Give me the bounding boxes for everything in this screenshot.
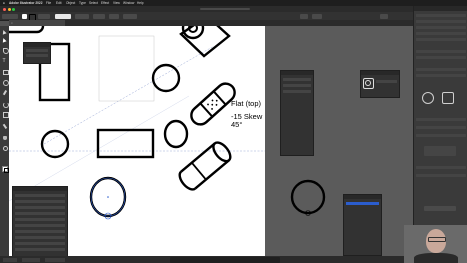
zoom-level-field[interactable] [3, 257, 17, 262]
prop-row-2[interactable] [416, 20, 466, 23]
symbol-thumbnail-2[interactable] [442, 92, 454, 104]
selection-icon[interactable] [1, 29, 7, 35]
fill-swatch[interactable] [22, 13, 27, 19]
arrange-button[interactable] [380, 13, 388, 19]
tape-roll-illustration[interactable] [179, 26, 231, 58]
document-setup-button[interactable] [123, 13, 137, 19]
floating-tool-panel [23, 42, 51, 64]
symbol-thumbnail[interactable] [422, 92, 434, 104]
swatches-panel-header [344, 195, 381, 199]
pasteboard-artwork[interactable] [265, 26, 413, 256]
prop-row-9[interactable] [416, 74, 466, 77]
prop-row-5[interactable] [416, 38, 466, 41]
guide-rectangle[interactable] [98, 35, 155, 102]
eyedropper-icon[interactable] [2, 124, 7, 129]
prop-row-4[interactable] [416, 32, 466, 35]
prop-row-12[interactable] [416, 134, 466, 137]
webcam-overlay [404, 225, 467, 263]
status-info [45, 257, 65, 262]
small-ellipse[interactable] [163, 119, 189, 149]
left-circle[interactable] [40, 129, 70, 159]
prop-row-14[interactable] [416, 174, 466, 177]
presenter-shirt [414, 253, 458, 263]
scale-icon[interactable] [2, 112, 9, 118]
prop-row-10[interactable] [416, 118, 466, 121]
appearance-widget[interactable] [424, 146, 456, 156]
transform-row-10[interactable] [15, 248, 65, 251]
transform-row-8[interactable] [15, 236, 65, 239]
ellipse-icon[interactable] [2, 80, 9, 86]
close-window-button[interactable] [3, 7, 6, 11]
pen-icon[interactable] [2, 48, 9, 54]
transform-row-3[interactable] [15, 206, 65, 209]
wide-rectangle[interactable] [96, 128, 155, 159]
properties-header [414, 6, 467, 11]
status-bar [0, 256, 413, 263]
transform-row-7[interactable] [15, 230, 65, 233]
selection-status [2, 13, 18, 19]
annotation-flat-top: Flat (top) [231, 99, 262, 108]
transform-row-5[interactable] [15, 218, 65, 221]
selected-ellipse[interactable] [89, 176, 127, 220]
type-icon[interactable]: T [3, 58, 6, 64]
pasteboard-circle[interactable] [290, 179, 326, 215]
stroke-weight-field[interactable] [38, 13, 50, 19]
style-dropdown[interactable] [109, 13, 119, 19]
tools-panel: T [0, 26, 9, 256]
stroke-indicator[interactable] [3, 168, 9, 173]
close-tab-icon[interactable]: × [11, 21, 13, 25]
artboard[interactable]: Flat (top) -15 Skew 45° [9, 26, 265, 256]
artboard-navigator[interactable] [22, 257, 40, 262]
transform-row-2[interactable] [15, 200, 65, 203]
prop-row-1[interactable] [416, 14, 466, 17]
opacity-field[interactable] [93, 13, 105, 19]
circle-shape[interactable] [151, 63, 181, 93]
transform-panel [12, 186, 68, 256]
mini-tool-row-1[interactable] [26, 49, 48, 52]
minimize-window-button[interactable] [7, 7, 11, 11]
quick-action-button[interactable] [424, 206, 456, 211]
prop-row-6[interactable] [416, 50, 466, 53]
contextual-taskbar [170, 256, 280, 263]
variable-width-dropdown[interactable] [55, 13, 71, 19]
brush-icon[interactable] [2, 89, 7, 96]
swatches-panel [343, 194, 382, 256]
pasteboard[interactable] [265, 26, 413, 256]
rotate-icon[interactable] [2, 102, 9, 108]
partial-rounded-rectangle[interactable] [9, 26, 45, 34]
cylinder-illustration[interactable] [176, 140, 233, 193]
presenter-glasses [428, 237, 446, 242]
rectangle-icon[interactable] [2, 70, 9, 75]
zoom-icon[interactable] [2, 146, 8, 151]
prop-row-7[interactable] [416, 56, 466, 59]
prop-row-8[interactable] [416, 68, 466, 71]
hand-icon[interactable] [2, 136, 7, 140]
prop-row-11[interactable] [416, 126, 466, 129]
transform-row-4[interactable] [15, 212, 65, 215]
prop-row-13[interactable] [416, 166, 466, 169]
transform-button[interactable] [312, 13, 322, 19]
annotation-angle: 45° [231, 120, 242, 129]
mini-tool-row-2[interactable] [26, 54, 48, 57]
swatch-selected-row[interactable] [346, 202, 379, 205]
transform-panel-header [13, 187, 67, 191]
zoom-window-button[interactable] [12, 7, 15, 11]
transform-row-1[interactable] [15, 194, 65, 197]
direct-selection-icon[interactable] [1, 37, 7, 43]
transform-row-6[interactable] [15, 224, 65, 227]
align-button[interactable] [300, 13, 308, 19]
mini-panel-header [24, 43, 50, 47]
transform-row-9[interactable] [15, 242, 65, 245]
title-placeholder [200, 8, 250, 10]
brush-dropdown[interactable] [75, 13, 89, 19]
prop-row-3[interactable] [416, 26, 466, 29]
